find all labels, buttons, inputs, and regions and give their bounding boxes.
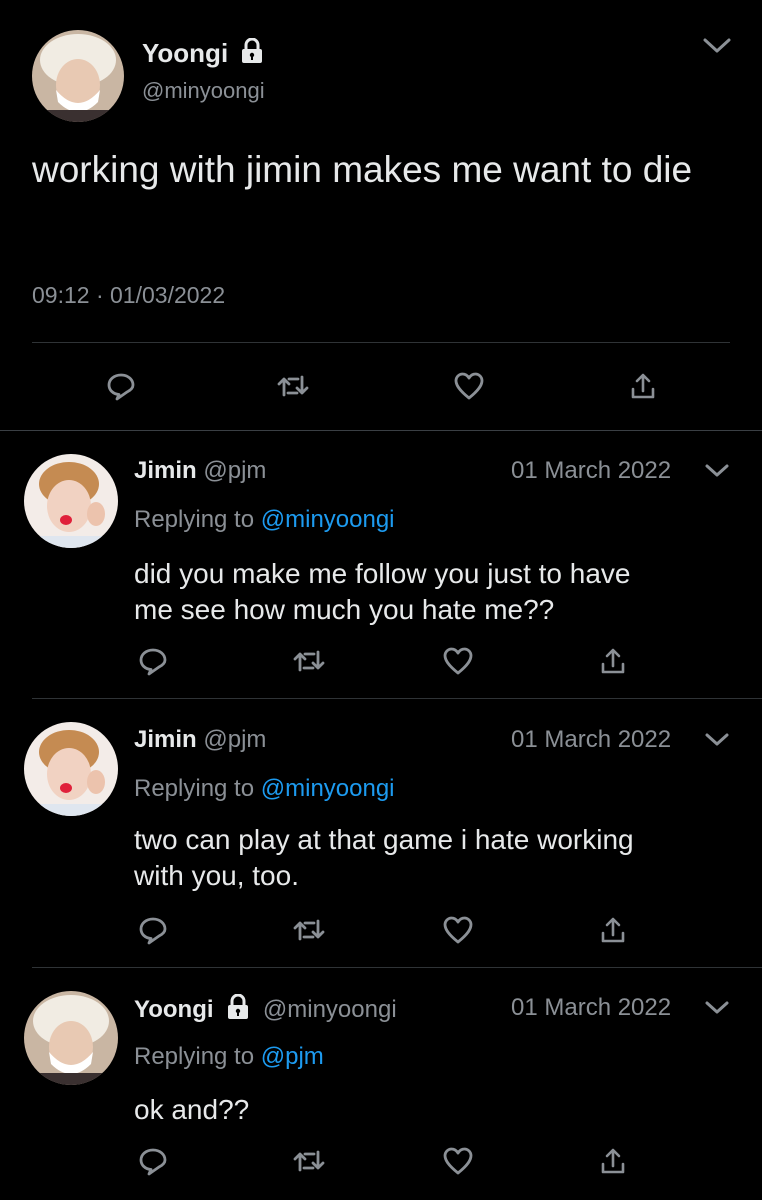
tweet-date: 01/03/2022 bbox=[110, 282, 226, 308]
share-icon[interactable] bbox=[593, 1141, 633, 1181]
avatar-jimin[interactable] bbox=[24, 722, 118, 816]
display-name[interactable]: Jimin bbox=[134, 457, 197, 484]
lock-icon bbox=[226, 993, 250, 1027]
share-icon[interactable] bbox=[593, 641, 633, 681]
like-icon[interactable] bbox=[438, 910, 478, 950]
chevron-down-icon[interactable] bbox=[697, 451, 737, 491]
handle[interactable]: @minyoongi bbox=[263, 996, 397, 1023]
reply-icon[interactable] bbox=[133, 910, 173, 950]
like-icon[interactable] bbox=[438, 641, 478, 681]
tweet-time: 09:12 bbox=[32, 282, 90, 308]
mention-link[interactable]: @pjm bbox=[261, 1043, 324, 1070]
divider bbox=[32, 698, 762, 699]
retweet-icon[interactable] bbox=[289, 1141, 329, 1181]
chevron-down-icon[interactable] bbox=[697, 26, 737, 66]
avatar-yoongi[interactable] bbox=[32, 30, 124, 122]
avatar-yoongi[interactable] bbox=[24, 991, 118, 1085]
display-name[interactable]: Jimin bbox=[134, 726, 197, 753]
reply-text-line: me see how much you hate me?? bbox=[134, 594, 555, 625]
reply-text: did you make me follow you just to have … bbox=[134, 556, 630, 628]
retweet-icon[interactable] bbox=[289, 641, 329, 681]
display-name[interactable]: Yoongi bbox=[134, 996, 214, 1023]
like-icon[interactable] bbox=[438, 1141, 478, 1181]
lock-icon bbox=[240, 37, 264, 69]
retweet-icon[interactable] bbox=[289, 910, 329, 950]
replying-label: Replying to bbox=[134, 775, 255, 802]
tweet-text: working with jimin makes me want to die bbox=[32, 149, 693, 190]
divider bbox=[32, 967, 762, 968]
replying-to: Replying to @minyoongi bbox=[134, 775, 395, 803]
handle[interactable]: @minyoongi bbox=[142, 78, 265, 104]
share-icon[interactable] bbox=[593, 910, 633, 950]
replying-to: Replying to @pjm bbox=[134, 1043, 324, 1071]
dot-separator: · bbox=[95, 282, 104, 308]
reply-text-line: did you make me follow you just to have bbox=[134, 558, 631, 589]
reply-icon[interactable] bbox=[101, 366, 141, 406]
divider bbox=[0, 430, 762, 431]
handle[interactable]: @pjm bbox=[203, 457, 266, 484]
divider bbox=[32, 342, 730, 343]
avatar-jimin[interactable] bbox=[24, 454, 118, 548]
mention-link[interactable]: @minyoongi bbox=[261, 506, 395, 533]
retweet-icon[interactable] bbox=[273, 366, 313, 406]
replying-to: Replying to @minyoongi bbox=[134, 506, 395, 534]
mention-link[interactable]: @minyoongi bbox=[261, 775, 395, 802]
reply-header: Jimin @pjm bbox=[134, 457, 266, 485]
display-name[interactable]: Yoongi bbox=[142, 38, 228, 69]
reply-text: two can play at that game i hate working… bbox=[134, 822, 634, 894]
reply-text-line: two can play at that game i hate working bbox=[134, 824, 634, 855]
like-icon[interactable] bbox=[449, 366, 489, 406]
tweet-timestamp: 09:12 · 01/03/2022 bbox=[32, 282, 225, 309]
reply-header: Yoongi @minyoongi bbox=[134, 993, 397, 1027]
reply-header: Jimin @pjm bbox=[134, 726, 266, 754]
reply-date: 01 March 2022 bbox=[511, 457, 672, 484]
reply-text: ok and?? bbox=[134, 1092, 249, 1128]
reply-icon[interactable] bbox=[133, 1141, 173, 1181]
chevron-down-icon[interactable] bbox=[697, 988, 737, 1028]
replying-label: Replying to bbox=[134, 1043, 255, 1070]
reply-date: 01 March 2022 bbox=[511, 726, 672, 753]
reply-text-line: with you, too. bbox=[134, 860, 299, 891]
replying-label: Replying to bbox=[134, 506, 255, 533]
reply-icon[interactable] bbox=[133, 641, 173, 681]
chevron-down-icon[interactable] bbox=[697, 720, 737, 760]
share-icon[interactable] bbox=[623, 366, 663, 406]
reply-date: 01 March 2022 bbox=[511, 994, 672, 1021]
handle[interactable]: @pjm bbox=[203, 726, 266, 753]
reply-text-line: ok and?? bbox=[134, 1094, 250, 1125]
